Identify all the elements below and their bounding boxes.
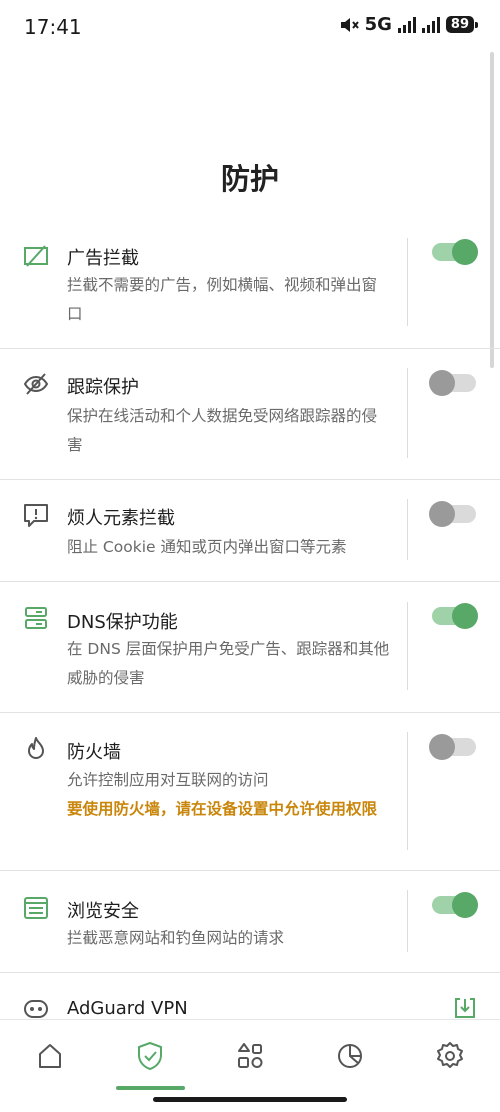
signal-icon — [421, 16, 440, 33]
firewall-toggle[interactable] — [429, 734, 476, 760]
message-alert-icon — [24, 504, 48, 527]
setting-firewall[interactable]: 防火墙 允许控制应用对互联网的访问 要使用防火墙，请在设备设置中允许使用权限 — [0, 713, 500, 871]
home-indicator[interactable] — [153, 1097, 347, 1102]
divider-vertical — [407, 602, 408, 690]
setting-description: 拦截恶意网站和钓鱼网站的请求 — [67, 929, 285, 947]
divider-vertical — [407, 732, 408, 850]
active-tab-indicator — [116, 1086, 185, 1090]
setting-tracking-protection[interactable]: 跟踪保护 保护在线活动和个人数据免受网络跟踪器的侵害 — [0, 349, 500, 480]
setting-title: 浏览安全 — [67, 901, 139, 922]
setting-title: 广告拦截 — [67, 248, 139, 269]
setting-description: 在 DNS 层面保护用户免受广告、跟踪器和其他威胁的侵害 — [67, 640, 390, 687]
toggle-knob — [429, 501, 455, 527]
divider-vertical — [407, 890, 408, 952]
status-bar: 17:41 5G 89 — [0, 0, 500, 54]
setting-browsing-security[interactable]: 浏览安全 拦截恶意网站和钓鱼网站的请求 — [0, 871, 500, 973]
setting-dns-protection[interactable]: DNS保护功能 在 DNS 层面保护用户免受广告、跟踪器和其他威胁的侵害 — [0, 582, 500, 713]
flame-icon — [28, 737, 44, 759]
setting-description: 拦截不需要的广告，例如横幅、视频和弹出窗口 — [67, 276, 378, 323]
page-title: 防护 — [220, 162, 279, 196]
apps-grid-icon[interactable] — [232, 1038, 268, 1074]
home-icon[interactable] — [32, 1038, 68, 1074]
gear-icon[interactable] — [432, 1038, 468, 1074]
mute-icon — [340, 17, 359, 32]
tracking-protection-toggle[interactable] — [429, 370, 476, 396]
setting-annoyances-blocking[interactable]: 烦人元素拦截 阻止 Cookie 通知或页内弹出窗口等元素 — [0, 480, 500, 582]
divider-vertical — [407, 499, 408, 560]
setting-description: 允许控制应用对互联网的访问 — [67, 771, 269, 789]
toggle-knob — [429, 370, 455, 396]
pie-chart-icon[interactable] — [332, 1038, 368, 1074]
setting-ad-blocking[interactable]: 广告拦截 拦截不需要的广告，例如横幅、视频和弹出窗口 — [0, 225, 500, 349]
server-icon — [25, 607, 47, 629]
toggle-knob — [452, 603, 478, 629]
setting-title: 烦人元素拦截 — [67, 508, 175, 529]
setting-adguard-vpn[interactable]: AdGuard VPN — [0, 973, 500, 1019]
status-icons: 5G 89 — [339, 14, 479, 35]
download-icon[interactable] — [452, 995, 478, 1021]
setting-description: 阻止 Cookie 通知或页内弹出窗口等元素 — [67, 538, 347, 556]
battery-level: 89 — [445, 16, 479, 33]
toggle-knob — [429, 734, 455, 760]
browser-window-icon — [24, 897, 48, 919]
network-type: 5G — [364, 14, 392, 35]
signal-icon — [397, 16, 416, 33]
dns-protection-toggle[interactable] — [432, 603, 478, 629]
setting-title: 防火墙 — [67, 742, 121, 763]
browsing-security-toggle[interactable] — [432, 892, 478, 918]
setting-title: AdGuard VPN — [67, 998, 188, 1019]
permission-warning[interactable]: 要使用防火墙，请在设备设置中允许使用权限 — [67, 795, 392, 824]
setting-title: 跟踪保护 — [67, 377, 139, 398]
eye-slash-icon — [23, 373, 49, 395]
toggle-knob — [452, 892, 478, 918]
annoyances-blocking-toggle[interactable] — [429, 501, 476, 527]
divider-vertical — [407, 238, 408, 326]
ad-blocking-toggle[interactable] — [432, 239, 478, 265]
status-time: 17:41 — [24, 15, 82, 39]
toggle-knob — [452, 239, 478, 265]
setting-description: 保护在线活动和个人数据免受网络跟踪器的侵害 — [67, 407, 378, 454]
ad-block-icon — [24, 245, 48, 267]
setting-title: DNS保护功能 — [67, 612, 178, 633]
shield-check-icon[interactable] — [132, 1038, 168, 1074]
divider-vertical — [407, 368, 408, 458]
